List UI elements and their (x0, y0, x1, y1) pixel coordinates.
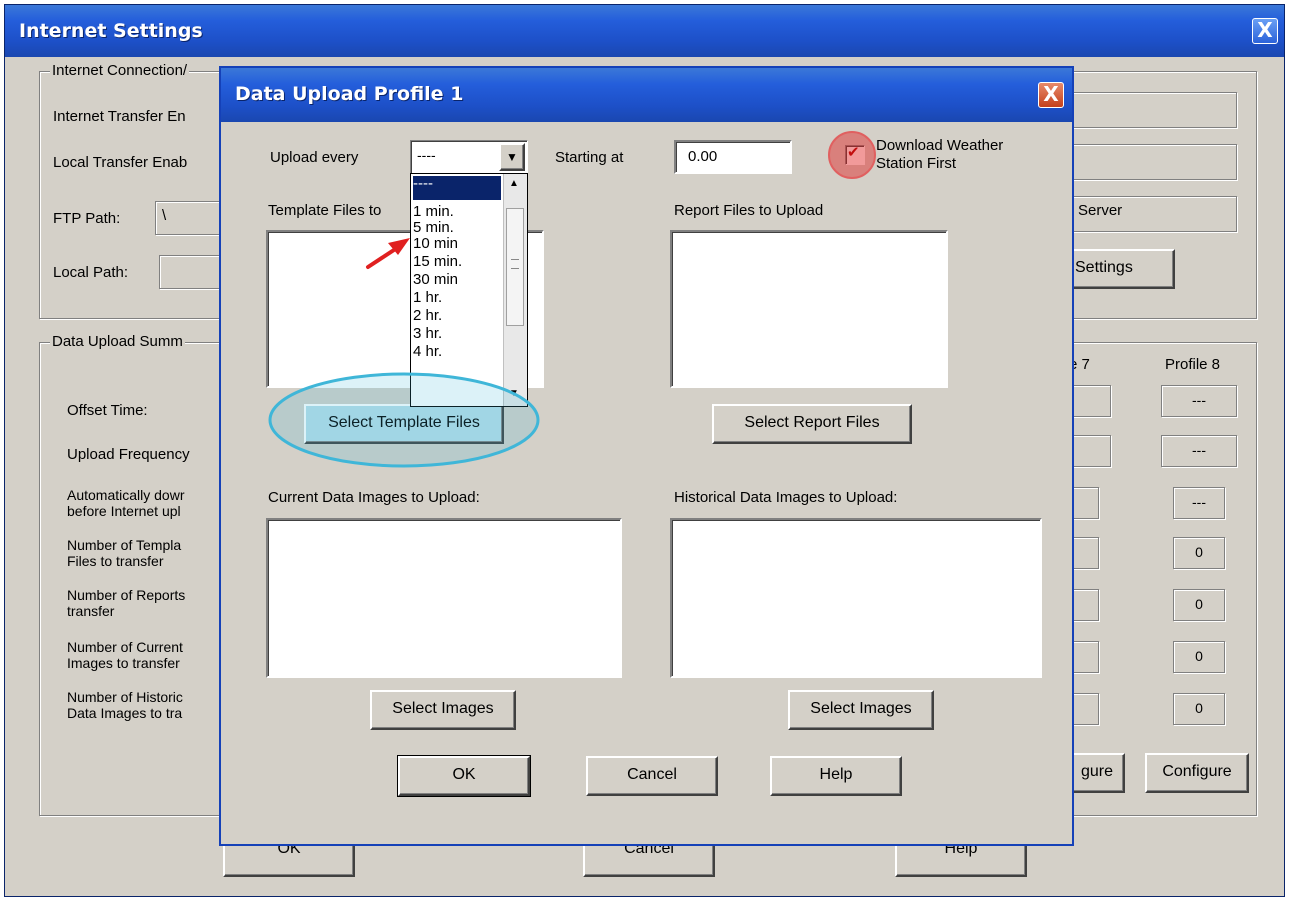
highlight-circle (828, 131, 876, 179)
highlight-ellipse (268, 372, 540, 468)
annotation-overlay (268, 131, 876, 468)
